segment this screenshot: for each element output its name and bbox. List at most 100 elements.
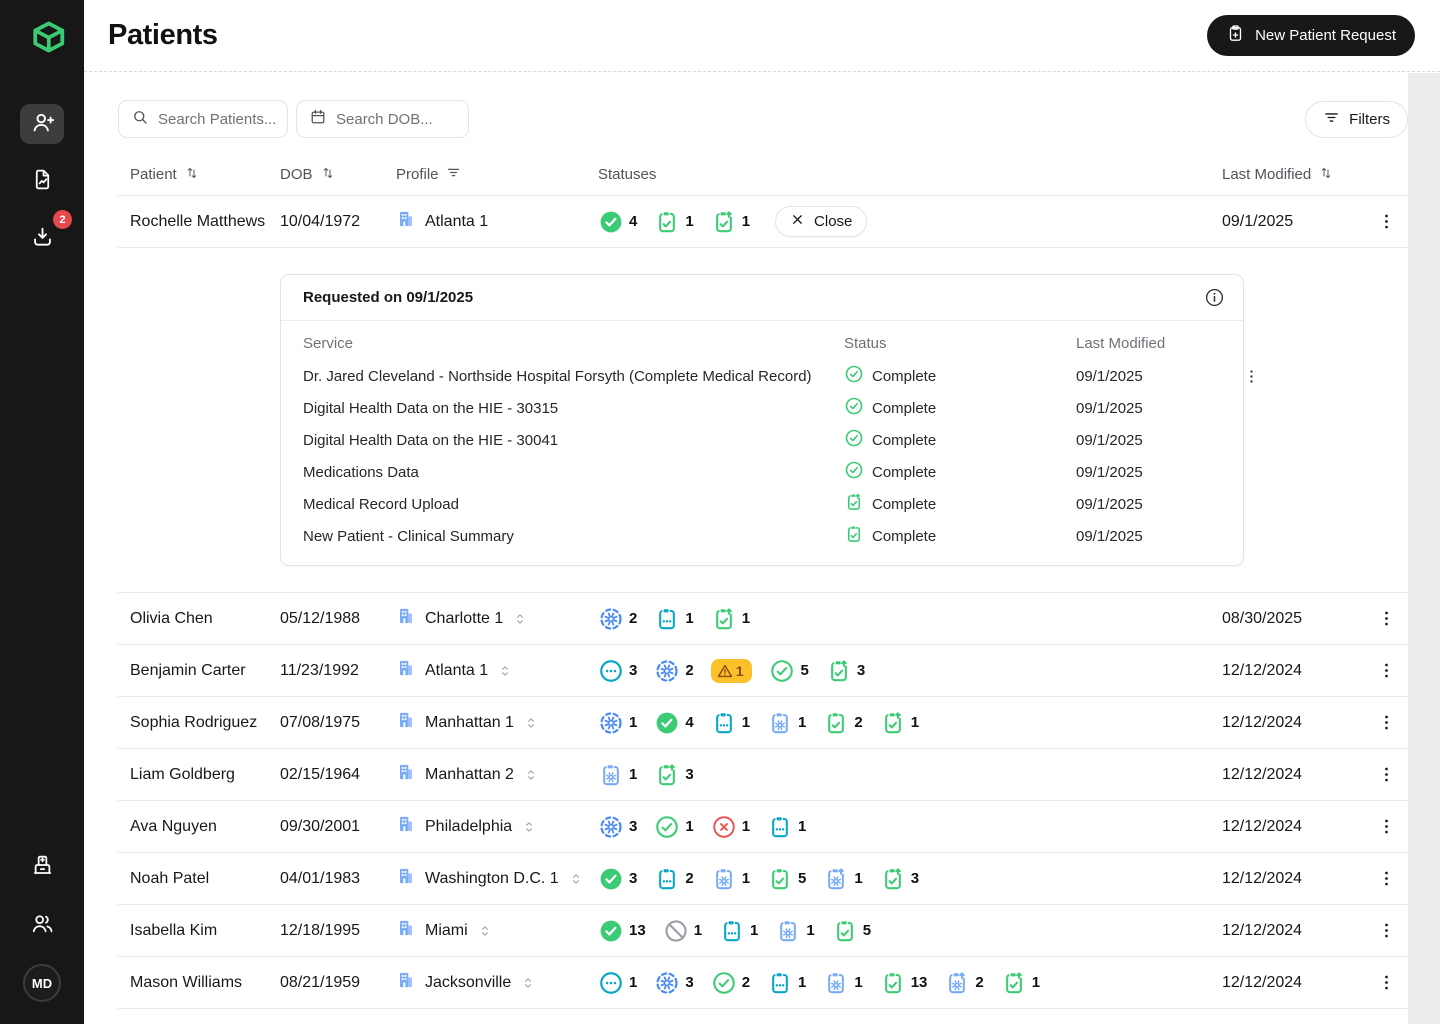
chevron-updown-icon[interactable] [523,715,539,731]
chevron-updown-icon[interactable] [477,923,493,939]
table-row: Mason Williams 08/21/1959 Jacksonville 1… [118,957,1408,1009]
row-menu-button[interactable] [1372,1021,1400,1024]
status-check-circle-filled: 4 [654,710,693,736]
building-icon [396,658,416,683]
filters-button[interactable]: Filters [1305,101,1408,138]
patient-dob: 07/08/1975 [280,714,396,732]
status-check-circle-filled: 13 [598,918,646,944]
sort-icon[interactable] [1318,165,1334,185]
column-dob[interactable]: DOB [280,165,396,185]
row-menu-button[interactable] [1372,865,1400,893]
profile-select[interactable]: Miami [396,918,598,943]
last-modified: 08/30/2025 [1222,610,1372,628]
profile-select[interactable]: Washington D.C. 1 [396,866,598,891]
row-menu-button[interactable] [1372,709,1400,737]
request-panel-header: Requested on 09/1/2025 [281,275,1243,321]
status-clipboard-dots: 1 [654,606,693,632]
building-icon [396,814,416,839]
profile-select[interactable]: Jacksonville [396,970,598,995]
sidebar-item-reports[interactable] [20,161,64,201]
status-gear-dashed: 2 [598,606,637,632]
building-icon [396,209,416,234]
statuses-cell: 13 [598,762,1222,788]
service-status: Complete [844,364,1076,388]
status-clipboard-dots: 2 [654,866,693,892]
status-clipboard-dots: 1 [711,710,750,736]
sort-icon[interactable] [320,165,336,185]
row-menu-button[interactable] [1372,917,1400,945]
request-panel-title: Requested on 09/1/2025 [303,289,473,306]
search-patients-input[interactable] [158,111,275,128]
patient-dob: 05/12/1988 [280,610,396,628]
column-profile[interactable]: Profile [396,165,598,184]
calendar-icon [309,108,327,131]
profile-select[interactable]: Manhattan 2 [396,762,598,787]
row-menu-button[interactable] [1372,761,1400,789]
sidebar-item-patients[interactable] [20,104,64,144]
status-complete-icon [844,428,864,452]
statuses-cell: 211 [598,606,1222,632]
filter-lines-icon[interactable] [446,165,461,184]
statuses-cell: 32153 [598,658,1222,684]
last-modified: 09/1/2025 [1222,213,1372,231]
table-row: Olivia Chen 05/12/1988 Charlotte 1 211 0… [118,593,1408,645]
last-modified: 12/12/2024 [1222,922,1372,940]
profile-select[interactable]: Atlanta 1 [396,658,598,683]
row-menu-button[interactable] [1372,657,1400,685]
building-icon [396,970,416,995]
chevron-updown-icon[interactable] [523,767,539,783]
table-row: Ava Nguyen 09/30/2001 Philadelphia 3111 … [118,801,1408,853]
status-check-circle-filled: 3 [598,866,637,892]
chevron-updown-icon[interactable] [521,819,537,835]
close-expanded-button[interactable]: Close [775,206,867,237]
patient-dob: 11/23/1992 [280,662,396,680]
status-clipboard-up: 3 [826,658,865,684]
profile-select[interactable]: Manhattan 1 [396,710,598,735]
patient-dob: 09/30/2001 [280,818,396,836]
patient-name: Olivia Chen [130,610,280,628]
chevron-updown-icon[interactable] [568,871,584,887]
profile-select[interactable]: Philadelphia [396,814,598,839]
sidebar-item-facility[interactable] [20,846,64,886]
chevron-updown-icon[interactable] [512,611,528,627]
close-icon [790,212,805,231]
search-patients-field[interactable] [118,100,288,138]
expanded-row-area: Requested on 09/1/2025 Service Status La… [118,248,1408,593]
scroll-gutter[interactable] [1408,73,1440,1024]
profile-cell: Atlanta 1 [396,209,598,234]
info-icon[interactable] [1204,287,1225,308]
service-status: Complete [844,428,1076,452]
column-patient[interactable]: Patient [130,165,280,185]
status-clipboard-gear-up: 2 [944,970,983,996]
search-dob-input[interactable] [336,111,456,128]
hospital-icon [30,852,55,880]
new-patient-request-button[interactable]: New Patient Request [1207,15,1415,56]
row-menu-button[interactable] [1372,605,1400,633]
service-menu-button[interactable] [1239,364,1263,388]
patient-dob: 04/01/1983 [280,870,396,888]
last-modified: 12/12/2024 [1222,974,1372,992]
sidebar-item-downloads[interactable]: 2 [20,218,64,258]
status-clipboard-check: 2 [823,710,862,736]
profile-select[interactable]: Charlotte 1 [396,606,598,631]
sort-icon[interactable] [184,165,200,185]
user-avatar[interactable]: MD [23,964,61,1002]
column-last-modified[interactable]: Last Modified [1222,165,1372,185]
sidebar-item-team[interactable] [20,905,64,945]
chevron-updown-icon[interactable] [520,975,536,991]
statuses-cell: 141121 [598,710,1222,736]
table-row: Benjamin Carter 11/23/1992 Atlanta 1 321… [118,645,1408,697]
service-last-modified: 09/1/2025 [1076,528,1239,545]
row-menu-button[interactable] [1372,208,1400,236]
row-menu-button[interactable] [1372,969,1400,997]
users-icon [30,911,55,939]
status-clipboard-check: 13 [880,970,928,996]
chevron-updown-icon[interactable] [497,663,513,679]
row-menu-button[interactable] [1372,813,1400,841]
table-row: Rochelle Matthews 10/04/1972 Atlanta 1 4… [118,196,1408,248]
table-row: Isabella Kim 12/18/1995 Miami 131115 12/… [118,905,1408,957]
profile-name: Manhattan 1 [425,714,514,732]
search-dob-field[interactable] [296,100,469,138]
last-modified: 12/12/2024 [1222,714,1372,732]
page-header: Patients New Patient Request [84,0,1440,72]
